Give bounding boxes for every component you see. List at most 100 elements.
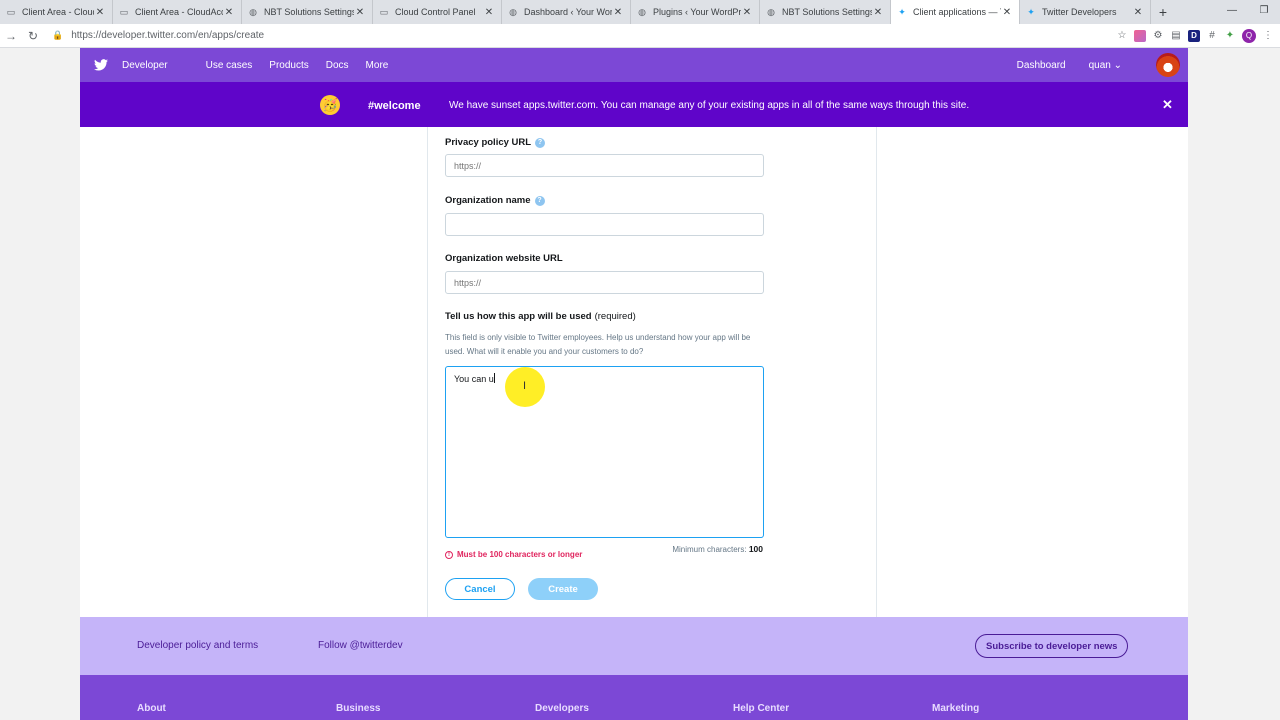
nav-products[interactable]: Products — [269, 60, 308, 71]
lock-icon: 🔒 — [52, 30, 64, 40]
twitter-icon: ✦ — [898, 6, 906, 17]
nav-docs[interactable]: Docs — [326, 60, 349, 71]
forward-icon[interactable]: → — [0, 25, 22, 47]
ibeam-cursor-icon: I — [523, 380, 527, 392]
browser-toolbar: → ↻ 🔒 https://developer.twitter.com/en/a… — [0, 24, 1280, 48]
close-tab-icon[interactable]: ✕ — [483, 7, 495, 18]
browser-tab[interactable]: ▭ Client Area - CloudAcco✕ — [113, 0, 242, 24]
extension-grid-icon[interactable]: ▤ — [1170, 30, 1182, 42]
developer-policy-link[interactable]: Developer policy and terms — [137, 640, 258, 651]
footer-links-bar: Developer policy and terms Follow @twitt… — [80, 617, 1188, 675]
organization-website-label: Organization website URL — [445, 253, 563, 264]
close-tab-icon[interactable]: ✕ — [872, 7, 884, 18]
address-bar-url: https://developer.twitter.com/en/apps/cr… — [71, 30, 265, 41]
browser-tab-title: Client applications — T — [913, 7, 1001, 17]
nav-right: Dashboard quan ⌄ — [1017, 53, 1188, 77]
main-content: Privacy policy URL ? Organization name ?… — [80, 127, 1188, 617]
twitter-icon: ✦ — [1027, 6, 1035, 17]
banner-tag: #welcome — [368, 100, 421, 112]
reload-icon[interactable]: ↻ — [22, 25, 44, 47]
page-icon: ▭ — [6, 6, 16, 17]
organization-name-label-text: Organization name — [445, 195, 531, 206]
app-usage-text: You can u — [454, 374, 494, 384]
privacy-policy-url-input[interactable] — [445, 154, 764, 177]
welcome-banner: 🥳 #welcome We have sunset apps.twitter.c… — [80, 82, 1188, 127]
organization-name-label: Organization name ? — [445, 195, 545, 206]
browser-tab[interactable]: ◍ NBT Solutions Settings ✕ — [242, 0, 373, 24]
app-create-form: Privacy policy URL ? Organization name ?… — [427, 127, 877, 617]
minimum-characters: Minimum characters: 100 — [672, 544, 763, 554]
info-icon[interactable]: ? — [534, 195, 545, 206]
browser-tab-title: Client Area - CloudAcco — [22, 7, 94, 17]
banner-close-icon[interactable]: ✕ — [1162, 97, 1173, 113]
footer-developers[interactable]: Developers — [535, 703, 589, 714]
globe-icon: ◍ — [638, 6, 646, 17]
minimize-icon[interactable]: — — [1216, 0, 1248, 20]
info-icon[interactable]: ? — [535, 137, 546, 148]
footer-about[interactable]: About — [137, 703, 166, 714]
app-usage-label: Tell us how this app will be used (requi… — [445, 311, 636, 322]
text-caret — [493, 373, 495, 383]
menu-dots-icon[interactable]: ⋮ — [1262, 30, 1274, 42]
restore-icon[interactable]: ❐ — [1248, 0, 1280, 20]
app-usage-help-text: This field is only visible to Twitter em… — [445, 333, 751, 356]
nav-use-cases[interactable]: Use cases — [206, 60, 253, 71]
browser-tab[interactable]: ▭ Cloud Control Panel ✕ — [373, 0, 502, 24]
close-tab-icon[interactable]: ✕ — [94, 7, 106, 18]
close-tab-icon[interactable]: ✕ — [223, 7, 235, 18]
nav-more[interactable]: More — [366, 60, 389, 71]
required-marker: (required) — [594, 311, 636, 322]
follow-twitterdev-link[interactable]: Follow @twitterdev — [318, 640, 403, 651]
minimum-characters-value: 100 — [748, 544, 763, 554]
app-usage-textarea[interactable]: You can u — [445, 366, 764, 538]
extension-pink-icon[interactable] — [1134, 29, 1146, 42]
close-tab-icon[interactable]: ✕ — [354, 7, 366, 18]
extension-leaf-icon[interactable]: ✦ — [1224, 30, 1236, 42]
create-button[interactable]: Create — [528, 578, 598, 600]
developer-brand-link[interactable]: Developer — [122, 60, 168, 71]
star-icon[interactable]: ☆ — [1116, 30, 1128, 42]
user-menu[interactable]: quan ⌄ — [1089, 60, 1122, 71]
extension-hash-icon[interactable]: # — [1206, 30, 1218, 42]
extension-wrench-icon[interactable]: ⚙ — [1152, 30, 1164, 42]
close-tab-icon[interactable]: ✕ — [741, 7, 753, 18]
browser-tab[interactable]: ✦ Client applications — T ✕ — [891, 0, 1020, 24]
browser-tab-bar: ▭Client Area - CloudAcco✕▭Client Area - … — [0, 0, 1280, 24]
browser-tab[interactable]: ▭ Client Area - CloudAcco✕ — [0, 0, 113, 24]
browser-tab[interactable]: ◍ NBT Solutions Settings ✕ — [760, 0, 891, 24]
extension-d-icon[interactable]: D — [1188, 29, 1200, 42]
profile-avatar[interactable]: Q — [1242, 28, 1256, 43]
organization-name-input[interactable] — [445, 213, 764, 236]
new-tab-button[interactable]: + — [1151, 0, 1175, 24]
top-navigation: Developer Use cases Products Docs More D… — [80, 48, 1188, 82]
browser-tab[interactable]: ✦ Twitter Developers ✕ — [1020, 0, 1151, 24]
subscribe-button[interactable]: Subscribe to developer news — [975, 634, 1129, 658]
footer-business[interactable]: Business — [336, 703, 380, 714]
close-tab-icon[interactable]: ✕ — [1132, 7, 1144, 18]
browser-tab[interactable]: ◍ Plugins ‹ Your WordPre ✕ — [631, 0, 760, 24]
error-icon: ! — [445, 550, 453, 559]
extension-area: ☆ ⚙ ▤ D # ✦ Q ⋮ — [1116, 28, 1274, 43]
page-viewport: Developer Use cases Products Docs More D… — [0, 48, 1280, 720]
close-tab-icon[interactable]: ✕ — [1001, 7, 1013, 18]
footer-help-center[interactable]: Help Center — [733, 703, 789, 714]
globe-icon: ◍ — [767, 6, 775, 17]
address-bar[interactable]: 🔒 https://developer.twitter.com/en/apps/… — [52, 26, 1102, 46]
browser-tab-title: Dashboard ‹ Your Word — [524, 7, 612, 17]
browser-tab[interactable]: ◍ Dashboard ‹ Your Word ✕ — [502, 0, 631, 24]
close-tab-icon[interactable]: ✕ — [612, 7, 624, 18]
browser-tab-title: Client Area - CloudAcco — [135, 7, 223, 17]
privacy-policy-label: Privacy policy URL ? — [445, 137, 546, 148]
validation-error-text: Must be 100 characters or longer — [457, 550, 583, 559]
globe-icon: ◍ — [509, 6, 517, 17]
browser-tab-title: NBT Solutions Settings — [782, 7, 872, 17]
user-avatar[interactable] — [1156, 53, 1180, 77]
minimum-characters-label: Minimum characters: — [672, 545, 747, 554]
twitter-bird-icon[interactable] — [94, 59, 108, 71]
cancel-button[interactable]: Cancel — [445, 578, 515, 600]
browser-tab-title: Twitter Developers — [1042, 7, 1117, 17]
organization-website-url-input[interactable] — [445, 271, 764, 294]
nav-dashboard[interactable]: Dashboard — [1017, 60, 1066, 71]
footer-marketing[interactable]: Marketing — [932, 703, 979, 714]
browser-tab-title: Cloud Control Panel — [395, 7, 476, 17]
